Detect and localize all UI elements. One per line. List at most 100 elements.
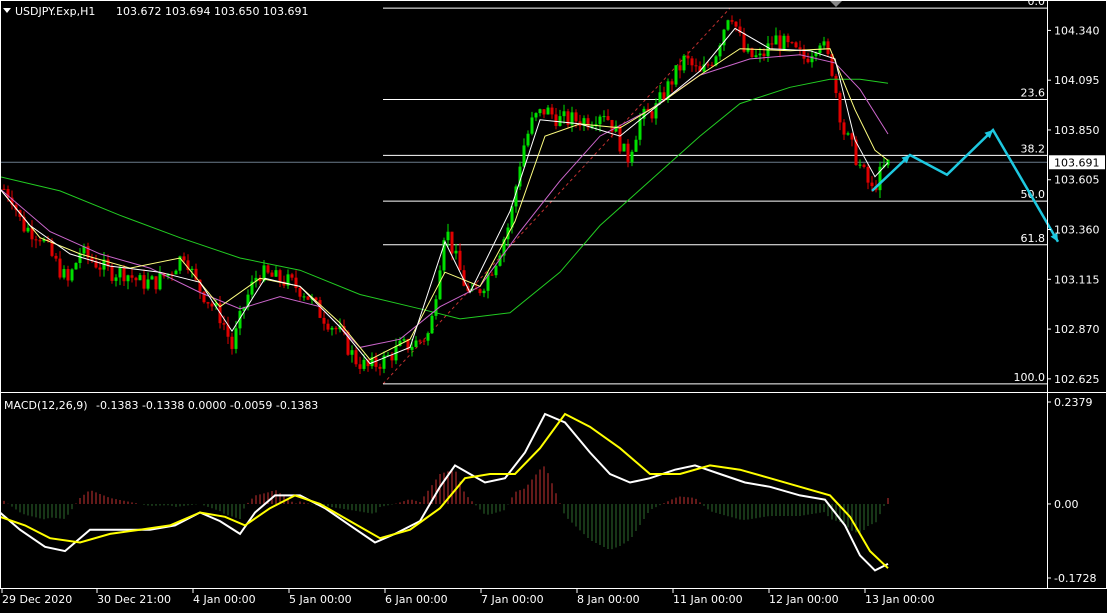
candle-body — [690, 58, 694, 66]
candle-body — [554, 114, 558, 126]
candle-body — [770, 43, 774, 45]
candle-body — [146, 279, 150, 289]
candle-body — [662, 92, 666, 100]
candle-body — [58, 258, 62, 278]
candle-body — [358, 364, 362, 369]
fibonacci-level-label: 100.0 — [1014, 371, 1046, 384]
candle-body — [862, 164, 866, 167]
candle-body — [550, 107, 554, 115]
candle-body — [78, 253, 82, 263]
candle-body — [362, 359, 366, 369]
time-axis-label: 7 Jan 00:00 — [481, 593, 544, 606]
fibonacci-level-label: 23.6 — [1021, 86, 1046, 99]
candle-body — [318, 300, 322, 318]
candle-body — [538, 109, 542, 114]
candle-body — [190, 268, 194, 271]
candle-body — [866, 166, 870, 183]
candle-body — [294, 277, 298, 288]
candle-body — [110, 266, 114, 281]
candle-body — [678, 65, 682, 71]
candle-body — [134, 277, 138, 281]
candle-body — [638, 118, 642, 140]
price-axis-label: 104.340 — [1054, 24, 1100, 37]
candle-body — [734, 21, 738, 27]
candle-body — [630, 151, 634, 163]
candle-body — [762, 53, 766, 57]
candle-body — [534, 113, 538, 118]
candle-body — [626, 143, 630, 163]
candle-body — [430, 315, 434, 334]
candle-body — [326, 323, 330, 330]
candle-body — [650, 111, 654, 119]
candle-body — [562, 111, 566, 117]
time-axis-label: 5 Jan 00:00 — [289, 593, 352, 606]
candle-body — [886, 159, 890, 166]
candle-body — [482, 290, 486, 294]
time-axis-label: 4 Jan 00:00 — [193, 593, 256, 606]
candle-body — [758, 53, 762, 56]
candle-body — [778, 35, 782, 50]
candle-body — [806, 58, 810, 63]
candle-body — [418, 340, 422, 342]
candle-body — [694, 65, 698, 67]
chart-symbol-timeframe: USDJPY.Exp,H1 — [15, 5, 95, 18]
candle-body — [378, 366, 382, 369]
candle-body — [870, 182, 874, 187]
candle-body — [826, 41, 830, 55]
candle-body — [846, 133, 850, 135]
candle-body — [278, 270, 282, 282]
candle-body — [322, 317, 326, 324]
time-axis-label: 6 Jan 00:00 — [385, 593, 448, 606]
macd-axis-label: -0.1728 — [1054, 572, 1096, 585]
chart-canvas[interactable]: 0.023.638.250.061.8100.0 104.340104.0951… — [0, 0, 1107, 609]
candle-body — [270, 272, 274, 277]
price-axis-label: 103.360 — [1054, 224, 1100, 237]
candle-body — [122, 267, 126, 282]
candle-body — [298, 287, 302, 297]
candle-body — [490, 274, 494, 276]
macd-axis-label: 0.2379 — [1054, 396, 1093, 409]
macd-indicator-values: -0.1383 -0.1338 0.0000 -0.0059 -0.1383 — [96, 399, 318, 412]
candle-body — [494, 265, 498, 276]
candle-body — [754, 55, 758, 58]
candle-body — [790, 42, 794, 44]
price-axis-label: 103.115 — [1054, 273, 1100, 286]
candle-body — [410, 346, 414, 350]
candle-body — [182, 256, 186, 261]
candle-body — [390, 355, 394, 361]
candle-body — [114, 277, 118, 281]
candle-body — [306, 296, 310, 300]
time-axis-label: 29 Dec 2020 — [2, 593, 72, 606]
candle-body — [618, 125, 622, 152]
candle-body — [74, 262, 78, 270]
candle-body — [174, 270, 178, 275]
candle-body — [602, 116, 606, 118]
current-price-value: 103.691 — [1054, 156, 1100, 169]
candle-body — [54, 255, 58, 259]
candle-body — [130, 275, 134, 278]
candle-body — [726, 20, 730, 30]
candle-body — [634, 139, 638, 152]
fibonacci-level-label: 0.0 — [1028, 0, 1046, 8]
price-axis-label: 104.095 — [1054, 74, 1100, 87]
candle-body — [598, 116, 602, 125]
candle-body — [118, 267, 122, 278]
candle-body — [426, 333, 430, 341]
candle-body — [206, 302, 210, 304]
price-axis-label: 102.625 — [1054, 373, 1100, 386]
candle-body — [622, 143, 626, 152]
time-axis-label: 8 Jan 00:00 — [577, 593, 640, 606]
candle-body — [542, 109, 546, 115]
candle-body — [478, 289, 482, 294]
candle-body — [334, 327, 338, 330]
candle-body — [838, 93, 842, 123]
candle-body — [606, 116, 610, 121]
candle-body — [786, 35, 790, 43]
candle-body — [558, 116, 562, 126]
candle-body — [414, 340, 418, 347]
candle-body — [674, 65, 678, 85]
trading-chart-window[interactable]: 0.0 23.6 38.2 50.0 61.8 100.0 104.340 104.095 1… — [0, 0, 1107, 609]
candle-body — [774, 35, 778, 45]
candle-body — [222, 323, 226, 325]
candle-body — [210, 303, 214, 307]
